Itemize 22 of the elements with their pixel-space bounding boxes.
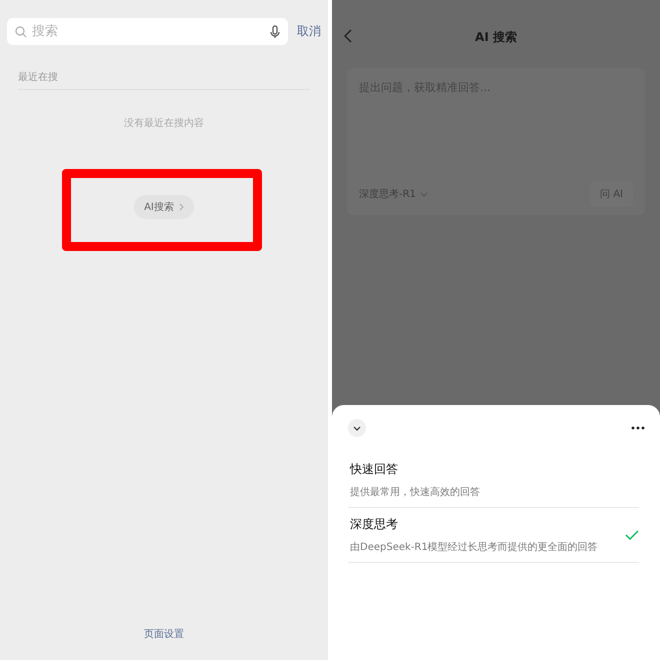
back-icon[interactable] [344, 29, 353, 43]
more-icon[interactable] [631, 426, 645, 430]
mode-option[interactable]: 快速回答 提供最常用，快速高效的回答 [348, 453, 639, 508]
ai-search-button[interactable]: AI搜索 [134, 195, 194, 219]
chevron-down-icon [353, 426, 361, 430]
cancel-button[interactable]: 取消 [297, 23, 321, 40]
search-input[interactable]: 搜索 [32, 24, 265, 39]
mode-option[interactable]: 深度思考 由DeepSeek-R1模型经过长思考而提供的更全面的回答 [348, 508, 639, 563]
option-title: 深度思考 [350, 516, 399, 533]
page-title: AI 搜索 [475, 28, 517, 46]
search-field[interactable]: 搜索 [7, 18, 288, 45]
option-description: 由DeepSeek-R1模型经过长思考而提供的更全面的回答 [350, 540, 598, 554]
option-description: 提供最常用，快速高效的回答 [350, 486, 480, 499]
collapse-button[interactable] [348, 419, 366, 437]
microphone-icon[interactable] [270, 24, 280, 38]
section-label: 最近在搜 [18, 70, 310, 90]
chevron-right-icon [178, 203, 184, 211]
option-title: 快速回答 [350, 461, 399, 478]
search-icon [15, 26, 27, 38]
empty-message: 没有最近在搜内容 [123, 116, 205, 130]
chevron-down-icon [420, 192, 428, 196]
page-settings-link[interactable]: 页面设置 [138, 626, 190, 642]
